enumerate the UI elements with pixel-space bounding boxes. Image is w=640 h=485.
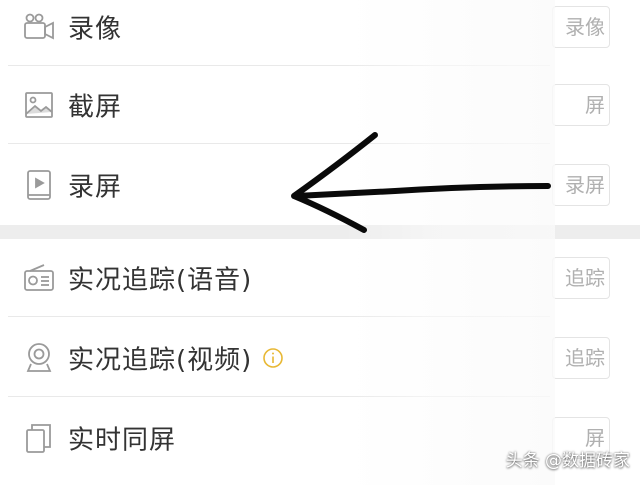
row-label: 录屏 bbox=[68, 172, 123, 203]
row-label: 录像 bbox=[68, 14, 123, 45]
watermark: 头条 @数据砖家 bbox=[505, 451, 630, 471]
settings-panel: 录像 录像 截屏 屏 录屏 录屏 实况追踪(语音) 追踪 实况追踪(视频) 追踪… bbox=[0, 0, 640, 485]
webcam-icon bbox=[22, 341, 56, 375]
row-live-track-voice: 实况追踪(语音) 追踪 bbox=[0, 239, 640, 317]
screen-record-button[interactable]: 录屏 bbox=[552, 164, 610, 206]
screenshot-button[interactable]: 屏 bbox=[552, 84, 610, 126]
image-icon bbox=[22, 88, 56, 122]
divider bbox=[8, 396, 550, 397]
divider bbox=[8, 143, 550, 144]
live-track-video-button[interactable]: 追踪 bbox=[552, 337, 610, 379]
row-label: 实时同屏 bbox=[68, 425, 177, 456]
row-screenshot: 截屏 屏 bbox=[0, 66, 640, 144]
tablet-play-icon bbox=[22, 168, 56, 202]
row-label: 实况追踪(视频) bbox=[68, 345, 253, 376]
video-camera-icon bbox=[22, 10, 56, 44]
divider bbox=[8, 316, 550, 317]
info-circle-icon[interactable] bbox=[262, 347, 284, 369]
row-screen-record: 录屏 录屏 bbox=[0, 146, 640, 224]
row-live-track-video: 实况追踪(视频) 追踪 bbox=[0, 319, 640, 397]
row-record-video: 录像 录像 bbox=[0, 0, 640, 66]
row-label: 实况追踪(语音) bbox=[68, 265, 253, 296]
radio-icon bbox=[22, 261, 56, 295]
live-track-voice-button[interactable]: 追踪 bbox=[552, 257, 610, 299]
record-video-button[interactable]: 录像 bbox=[552, 6, 610, 48]
row-label: 截屏 bbox=[68, 92, 123, 123]
mirror-screen-icon bbox=[22, 421, 56, 455]
section-divider bbox=[0, 225, 640, 239]
